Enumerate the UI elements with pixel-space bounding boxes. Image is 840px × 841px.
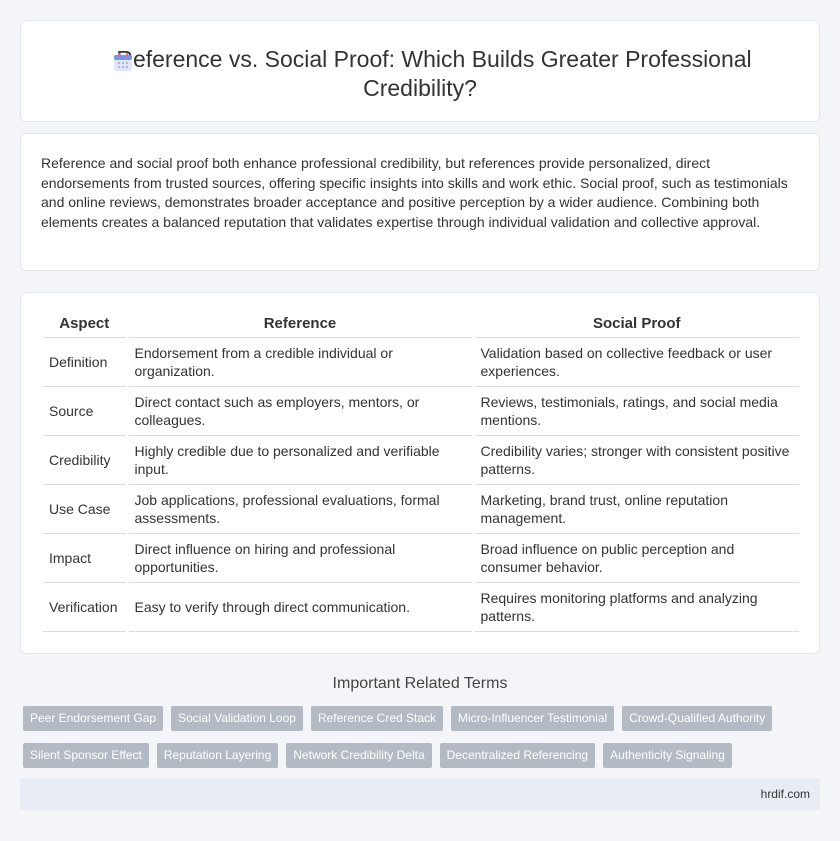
reference-cell: Direct contact such as employers, mentor… xyxy=(127,386,475,436)
social-proof-cell: Broad influence on public perception and… xyxy=(473,533,799,583)
table-row: Use Case Job applications, professional … xyxy=(43,484,799,534)
tag-row: Peer Endorsement Gap Social Validation L… xyxy=(23,706,823,731)
aspect-cell: Impact xyxy=(43,533,129,583)
tag-reputation-layering[interactable]: Reputation Layering xyxy=(156,743,279,768)
comparison-card: Aspect Reference Social Proof Definition… xyxy=(20,292,820,654)
tag-row: Silent Sponsor Effect Reputation Layerin… xyxy=(23,743,823,768)
table-row: Definition Endorsement from a credible i… xyxy=(43,337,799,387)
reference-cell: Highly credible due to personalized and … xyxy=(127,435,475,485)
reference-cell: Job applications, professional evaluatio… xyxy=(127,484,475,534)
table-row: Verification Easy to verify through dire… xyxy=(43,582,799,632)
social-proof-cell: Reviews, testimonials, ratings, and soci… xyxy=(473,386,799,436)
tag-silent-sponsor-effect[interactable]: Silent Sponsor Effect xyxy=(23,743,149,768)
comparison-table: Aspect Reference Social Proof Definition… xyxy=(43,311,799,632)
header-reference: Reference xyxy=(127,311,475,338)
title-card: Reference vs. Social Proof: Which Builds… xyxy=(20,20,820,122)
social-proof-cell: Marketing, brand trust, online reputatio… xyxy=(473,484,799,534)
footer-site[interactable]: hrdif.com xyxy=(761,787,810,801)
tag-micro-influencer-testimonial[interactable]: Micro-Influencer Testimonial xyxy=(451,706,615,731)
table-row: Credibility Highly credible due to perso… xyxy=(43,435,799,485)
social-proof-cell: Validation based on collective feedback … xyxy=(473,337,799,387)
reference-cell: Easy to verify through direct communicat… xyxy=(127,582,475,632)
tag-authenticity-signaling[interactable]: Authenticity Signaling xyxy=(603,743,732,768)
aspect-cell: Credibility xyxy=(43,435,129,485)
summary-card: Reference and social proof both enhance … xyxy=(20,133,820,271)
page-title-block: Reference vs. Social Proof: Which Builds… xyxy=(60,45,780,103)
summary-text: Reference and social proof both enhance … xyxy=(41,155,788,230)
tag-crowd-qualified-authority[interactable]: Crowd-Qualified Authority xyxy=(622,706,773,731)
footer-bar: hrdif.com xyxy=(20,778,820,810)
aspect-cell: Use Case xyxy=(43,484,129,534)
tag-peer-endorsement-gap[interactable]: Peer Endorsement Gap xyxy=(23,706,164,731)
page-title: Reference vs. Social Proof: Which Builds… xyxy=(116,46,752,101)
social-proof-cell: Credibility varies; stronger with consis… xyxy=(473,435,799,485)
aspect-cell: Verification xyxy=(43,582,129,632)
related-terms-list: Peer Endorsement Gap Social Validation L… xyxy=(23,706,823,780)
related-terms-heading: Important Related Terms xyxy=(332,675,508,692)
tag-decentralized-referencing[interactable]: Decentralized Referencing xyxy=(439,743,596,768)
reference-cell: Endorsement from a credible individual o… xyxy=(127,337,475,387)
table-header-row: Aspect Reference Social Proof xyxy=(43,311,799,338)
tag-reference-cred-stack[interactable]: Reference Cred Stack xyxy=(310,706,444,731)
table-row: Source Direct contact such as employers,… xyxy=(43,386,799,436)
social-proof-cell: Requires monitoring platforms and analyz… xyxy=(473,582,799,632)
aspect-cell: Definition xyxy=(43,337,129,387)
calendar-icon xyxy=(114,53,132,71)
tag-network-credibility-delta[interactable]: Network Credibility Delta xyxy=(286,743,432,768)
header-aspect: Aspect xyxy=(43,311,129,338)
tag-social-validation-loop[interactable]: Social Validation Loop xyxy=(171,706,303,731)
table-row: Impact Direct influence on hiring and pr… xyxy=(43,533,799,583)
reference-cell: Direct influence on hiring and professio… xyxy=(127,533,475,583)
header-social-proof: Social Proof xyxy=(473,311,799,338)
aspect-cell: Source xyxy=(43,386,129,436)
